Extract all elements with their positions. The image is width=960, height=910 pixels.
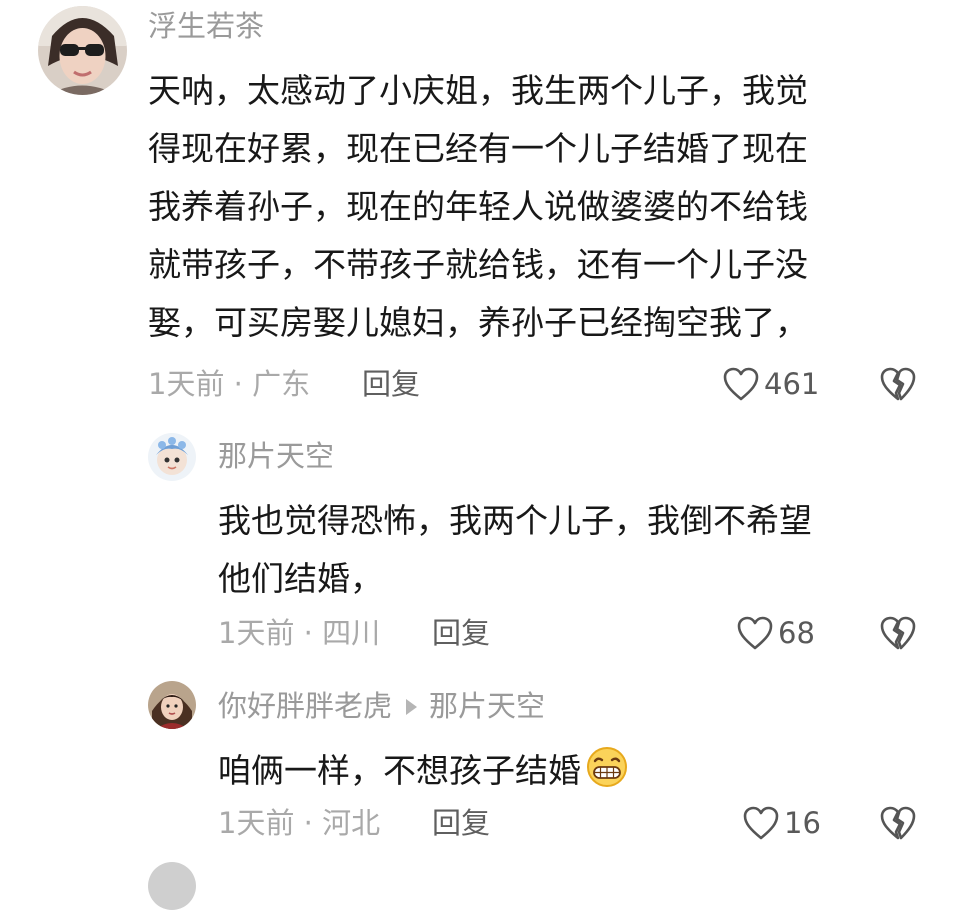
heart-outline-icon [723,367,759,401]
comment-username[interactable]: 你好胖胖老虎 [218,689,392,723]
reply-button[interactable]: 回复 [362,364,420,404]
comment-text-line: 他们结婚， [218,559,383,598]
heart-outline-icon [743,806,779,840]
triangle-right-icon [406,699,418,715]
grinning-face-emoji [583,746,631,796]
like-count: 68 [778,616,815,650]
comment-text-line: 咱俩一样，不想孩子结婚 [218,744,631,796]
comment-text-line: 得现在好累，现在已经有一个儿子结婚了现在 [148,129,808,168]
comment-username[interactable]: 那片天空 [218,436,334,476]
like-button[interactable]: 461 [722,364,819,404]
like-count: 461 [764,367,820,401]
broken-heart-icon [880,367,916,401]
like-button[interactable]: 16 [742,803,821,843]
comment-text-line: 天呐，太感动了小庆姐，我生两个儿子，我觉 [148,71,808,110]
reply-button[interactable]: 回复 [432,613,490,653]
like-button[interactable]: 68 [736,613,815,653]
avatar[interactable] [148,862,196,910]
comment-text-line: 我也觉得恐怖，我两个儿子，我倒不希望 [218,501,812,540]
like-count: 16 [784,806,821,840]
dislike-button[interactable] [878,366,918,406]
comment-meta: 1天前 · 四川 [218,616,381,650]
comment-text: 咱俩一样，不想孩子结婚 [218,751,581,790]
avatar[interactable] [148,681,196,729]
reply-button[interactable]: 回复 [432,803,490,843]
comment-meta: 1天前 · 河北 [218,806,381,840]
comment-username[interactable]: 浮生若茶 [148,6,264,46]
broken-heart-icon [880,616,916,650]
comment-text-line: 就带孩子，不带孩子就给钱，还有一个儿子没 [148,245,808,284]
broken-heart-icon [880,806,916,840]
comment-text-line: 娶，可买房娶儿媳妇，养孙子已经掏空我了， [148,303,808,342]
dislike-button[interactable] [878,615,918,655]
comment-meta: 1天前 · 广东 [148,367,311,401]
heart-outline-icon [737,616,773,650]
avatar[interactable] [38,6,127,95]
dislike-button[interactable] [878,805,918,845]
avatar[interactable] [148,433,196,481]
comment-text-line: 我养着孙子，现在的年轻人说做婆婆的不给钱 [148,187,808,226]
reply-header: 你好胖胖老虎 那片天空 [218,686,545,726]
reply-target-username[interactable]: 那片天空 [429,689,545,723]
